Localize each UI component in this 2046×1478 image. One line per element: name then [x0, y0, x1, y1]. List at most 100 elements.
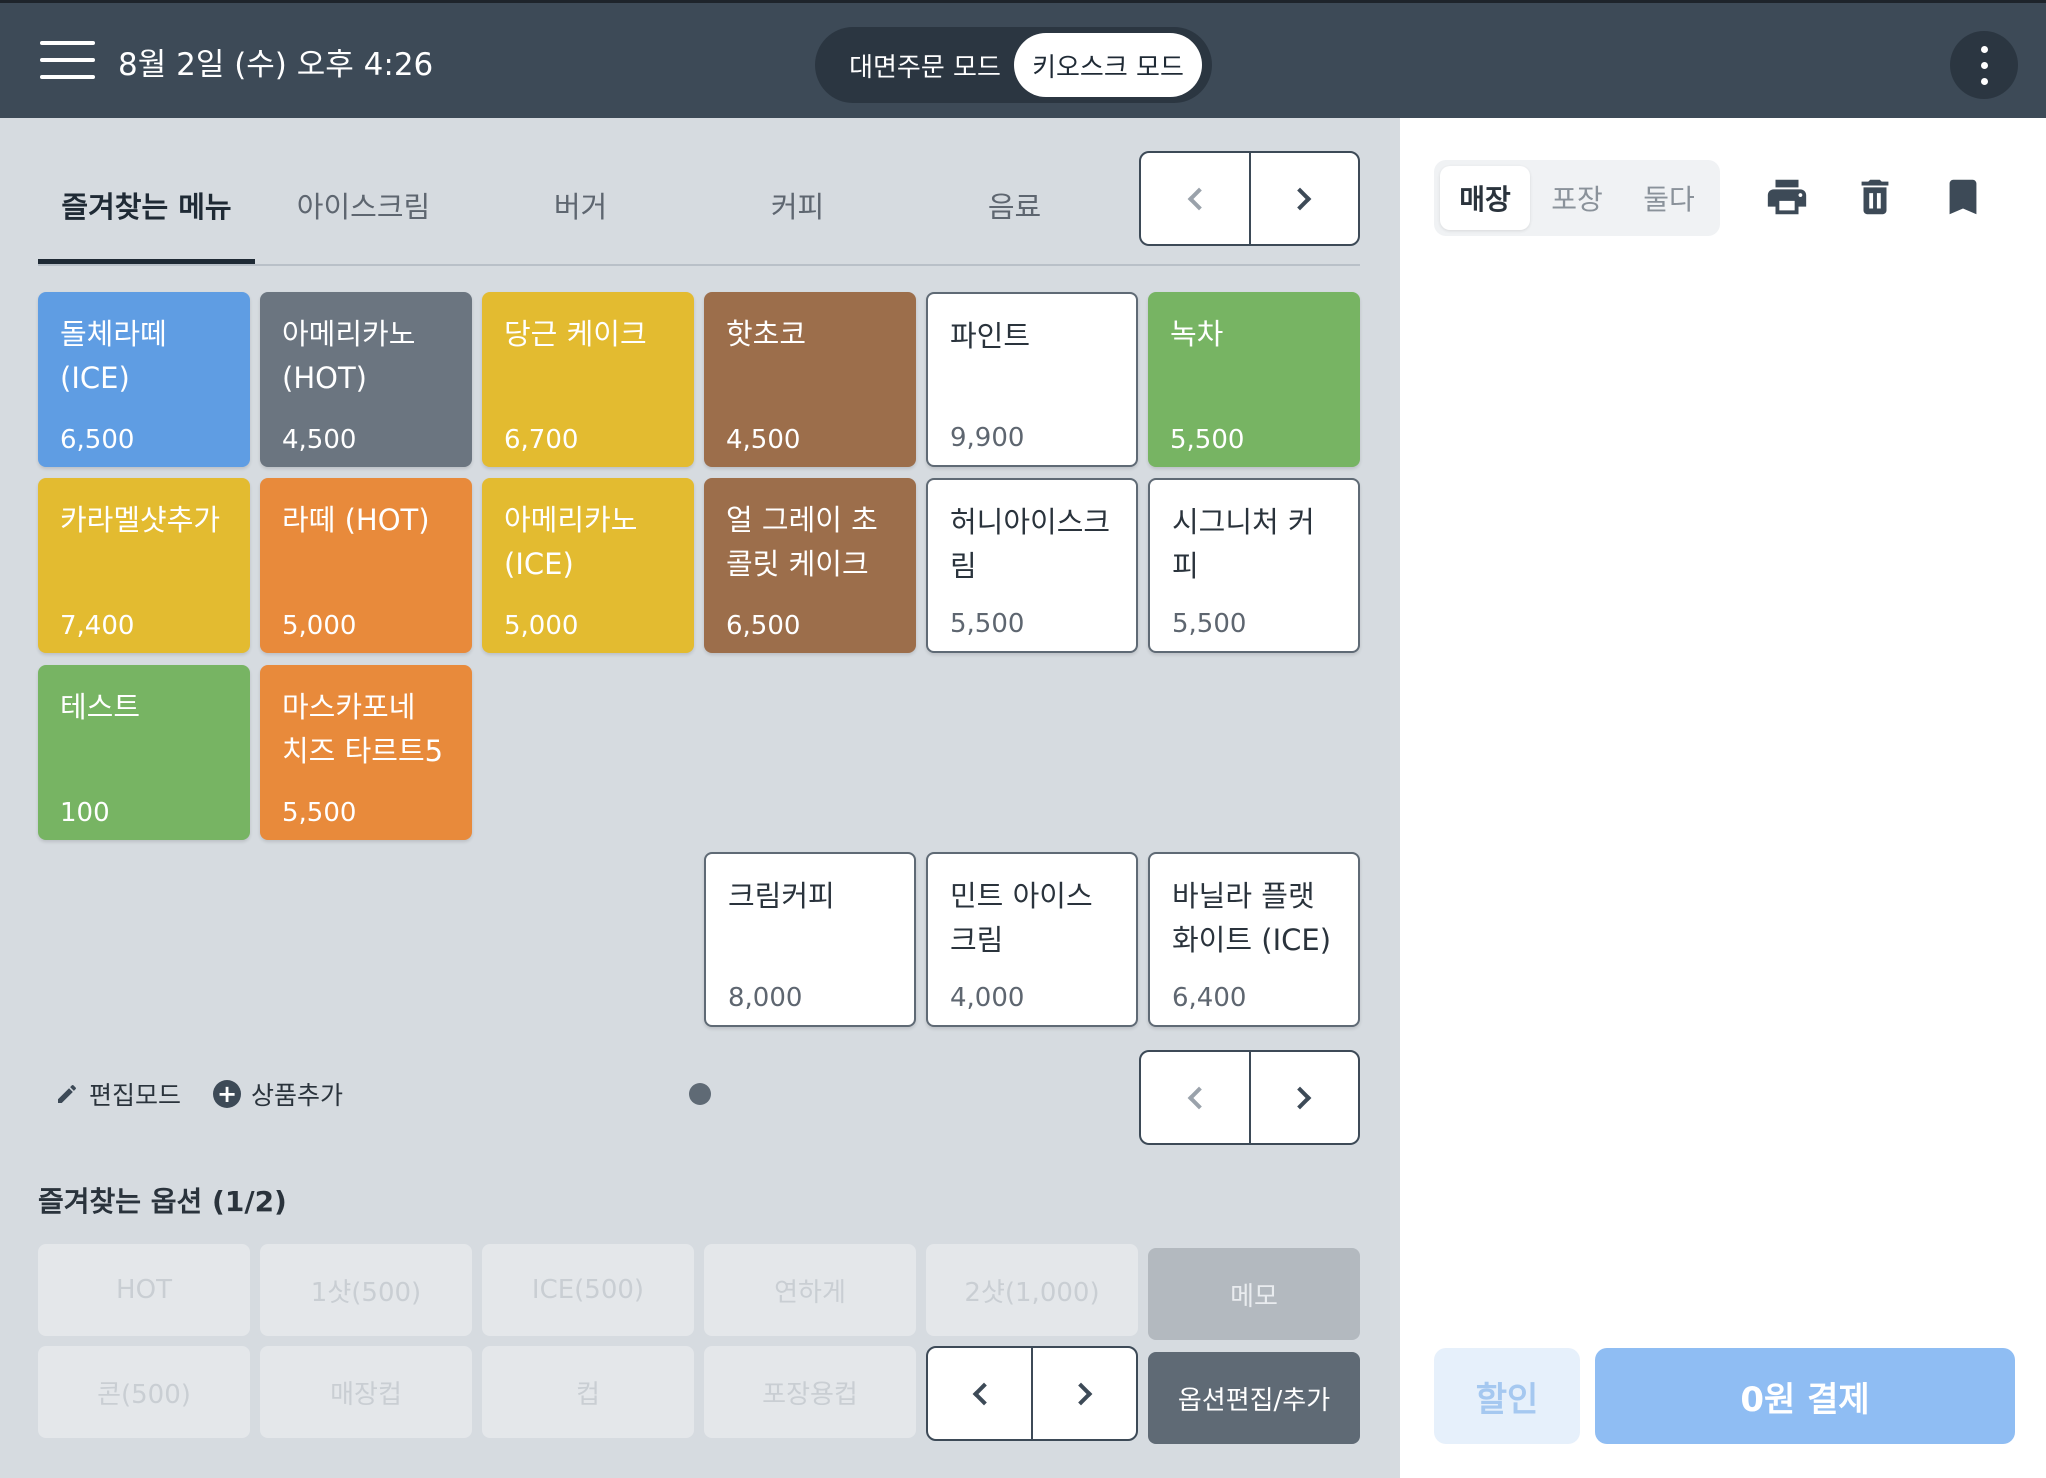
edit-options-button[interactable]: 옵션편집/추가 [1148, 1352, 1360, 1444]
menu-price: 5,500 [1170, 425, 1245, 455]
order-type-toggle: 매장 포장 둘다 [1434, 160, 1720, 236]
menu-grid: 돌체라떼 (ICE) 6,500 아메리카노 (HOT) 4,500 당근 케이크 6… [38, 292, 1362, 1152]
option-button[interactable]: 매장컵 [260, 1346, 472, 1438]
menu-name: 파인트 [950, 319, 1031, 353]
menu-name: 라떼 (HOT) [282, 503, 430, 537]
add-product-button[interactable]: + 상품추가 [213, 1076, 343, 1112]
menu-tile[interactable]: 아메리카노 (ICE) 5,000 [482, 478, 694, 653]
trash-icon[interactable] [1852, 174, 1898, 220]
menu-price: 4,000 [950, 983, 1025, 1013]
tab-icecream[interactable]: 아이스크림 [255, 146, 472, 264]
add-product-label: 상품추가 [251, 1081, 344, 1110]
order-type-dine-in[interactable]: 매장 [1440, 166, 1530, 230]
menu-tile[interactable]: 당근 케이크 6,700 [482, 292, 694, 467]
menu-price: 5,500 [282, 798, 357, 828]
chevron-left-icon [1187, 187, 1211, 210]
menu-price: 5,500 [1172, 609, 1247, 639]
menu-tile[interactable]: 파인트 9,900 [926, 292, 1138, 467]
menu-name: 허니아이스크림 [950, 505, 1111, 583]
menu-name: 녹차 [1170, 317, 1224, 351]
menu-prev-button[interactable] [1141, 1052, 1251, 1143]
tab-burger[interactable]: 버거 [472, 146, 689, 264]
menu-price: 6,500 [60, 425, 135, 455]
options-pager [926, 1346, 1138, 1441]
menu-tile[interactable]: 테스트 100 [38, 665, 250, 840]
menu-tile[interactable]: 바닐라 플랫 화이트 (ICE) 6,400 [1148, 852, 1360, 1027]
menu-tile[interactable]: 크림커피 8,000 [704, 852, 916, 1027]
option-button[interactable]: 1샷(500) [260, 1244, 472, 1336]
options-prev-button[interactable] [928, 1348, 1033, 1439]
menu-name: 돌체라떼 (ICE) [60, 317, 167, 395]
order-panel: 매장 포장 둘다 할인 0원 결제 [1400, 118, 2046, 1478]
chevron-left-icon [1187, 1086, 1211, 1109]
option-button[interactable]: HOT [38, 1244, 250, 1336]
menu-tile[interactable]: 라떼 (HOT) 5,000 [260, 478, 472, 653]
menu-name: 민트 아이스크림 [950, 879, 1093, 957]
menu-name: 얼 그레이 초콜릿 케이크 [726, 503, 878, 581]
option-button[interactable]: 2샷(1,000) [926, 1244, 1138, 1336]
menu-name: 아메리카노 (ICE) [504, 503, 638, 581]
tab-favorites[interactable]: 즐겨찾는 메뉴 [38, 146, 255, 264]
pay-button[interactable]: 0원 결제 [1595, 1348, 2015, 1444]
menu-tile[interactable]: 녹차 5,500 [1148, 292, 1360, 467]
edit-mode-label: 편집모드 [89, 1081, 182, 1110]
category-next-button[interactable] [1251, 153, 1359, 244]
menu-price: 5,000 [504, 611, 579, 641]
bookmark-icon[interactable] [1940, 174, 1986, 220]
order-type-takeout[interactable]: 포장 [1532, 166, 1622, 230]
memo-button[interactable]: 메모 [1148, 1248, 1360, 1340]
option-button[interactable]: 연하게 [704, 1244, 916, 1336]
menu-tile[interactable]: 허니아이스크림 5,500 [926, 478, 1138, 653]
pencil-icon [58, 1084, 77, 1103]
menu-tile[interactable]: 시그니처 커피 5,500 [1148, 478, 1360, 653]
order-type-both[interactable]: 둘다 [1624, 166, 1714, 230]
datetime: 8월 2일 (수) 오후 4:26 [118, 47, 434, 83]
menu-pager [1139, 1050, 1360, 1145]
printer-icon[interactable] [1764, 174, 1810, 220]
option-button[interactable]: 포장용컵 [704, 1346, 916, 1438]
option-button[interactable]: 컵 [482, 1346, 694, 1438]
tab-drinks[interactable]: 음료 [906, 146, 1123, 264]
menu-tile[interactable]: 카라멜샷추가 7,400 [38, 478, 250, 653]
category-prev-button[interactable] [1141, 153, 1251, 244]
menu-name: 크림커피 [728, 879, 835, 913]
mode-toggle: 대면주문 모드 키오스크 모드 [815, 27, 1212, 103]
menu-price: 6,700 [504, 425, 579, 455]
menu-tile[interactable]: 돌체라떼 (ICE) 6,500 [38, 292, 250, 467]
menu-name: 핫초코 [726, 317, 807, 351]
options-next-button[interactable] [1033, 1348, 1136, 1439]
face-order-mode-button[interactable]: 대면주문 모드 [825, 33, 1025, 97]
chevron-left-icon [972, 1382, 995, 1405]
menu-price: 5,500 [950, 609, 1025, 639]
option-button[interactable]: ICE(500) [482, 1244, 694, 1336]
chevron-right-icon [1288, 1086, 1312, 1109]
menu-tile[interactable]: 얼 그레이 초콜릿 케이크 6,500 [704, 478, 916, 653]
edit-mode-button[interactable]: 편집모드 [55, 1076, 181, 1112]
more-options-icon[interactable] [1950, 31, 2018, 99]
menu-tile[interactable]: 민트 아이스크림 4,000 [926, 852, 1138, 1027]
menu-price: 5,000 [282, 611, 357, 641]
menu-name: 마스카포네 치즈 타르트5 [282, 690, 444, 768]
menu-name: 아메리카노 (HOT) [282, 317, 416, 395]
top-bar: 8월 2일 (수) 오후 4:26 대면주문 모드 키오스크 모드 [0, 0, 2046, 118]
page-indicator [689, 1083, 711, 1105]
chevron-right-icon [1069, 1382, 1092, 1405]
menu-icon[interactable] [40, 41, 95, 79]
menu-tile[interactable]: 아메리카노 (HOT) 4,500 [260, 292, 472, 467]
menu-tile[interactable]: 핫초코 4,500 [704, 292, 916, 467]
kiosk-mode-button[interactable]: 키오스크 모드 [1014, 33, 1202, 97]
menu-tile[interactable]: 마스카포네 치즈 타르트5 5,500 [260, 665, 472, 840]
tab-coffee[interactable]: 커피 [689, 146, 906, 264]
menu-price: 4,500 [282, 425, 357, 455]
option-button[interactable]: 콘(500) [38, 1346, 250, 1438]
menu-next-button[interactable] [1251, 1052, 1359, 1143]
discount-button[interactable]: 할인 [1434, 1348, 1580, 1444]
menu-name: 당근 케이크 [504, 317, 647, 351]
menu-name: 테스트 [60, 690, 141, 724]
category-pager [1139, 151, 1360, 246]
menu-price: 6,500 [726, 611, 801, 641]
tabs-divider [38, 264, 1360, 266]
menu-price: 6,400 [1172, 983, 1247, 1013]
menu-price: 100 [60, 798, 110, 828]
options-title: 즐겨찾는 옵션 (1/2) [38, 1185, 287, 1218]
